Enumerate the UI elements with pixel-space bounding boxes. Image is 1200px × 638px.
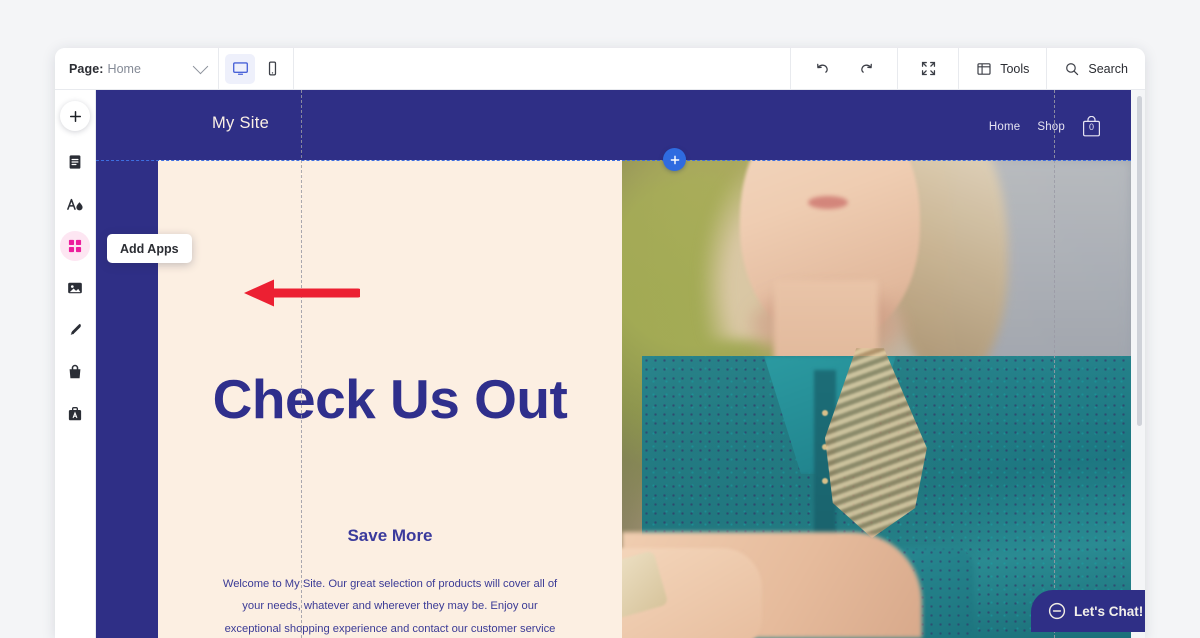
zoom-out-group [898, 48, 958, 89]
hero-accent-bar [96, 160, 158, 638]
canvas-scrollbar[interactable] [1137, 96, 1142, 426]
site-canvas[interactable]: My Site Home Shop 0 Check Us Out Save Mo… [96, 90, 1145, 638]
site-nav: Home Shop 0 [989, 115, 1101, 137]
hero-section[interactable]: Check Us Out Save More Welcome to My Sit… [96, 160, 1131, 638]
cart-button[interactable]: 0 [1082, 115, 1101, 137]
chevron-down-icon [192, 58, 209, 74]
tools-button[interactable]: Tools [959, 48, 1046, 89]
panel-layout-icon [977, 62, 991, 75]
apps-grid-icon [68, 239, 82, 253]
viewport-toggle [219, 48, 293, 89]
hero-text-panel[interactable]: Check Us Out Save More Welcome to My Sit… [158, 160, 622, 638]
plus-icon [670, 155, 679, 164]
briefcase-bookings-icon [68, 407, 82, 421]
search-icon [1066, 62, 1079, 75]
site-header[interactable]: My Site Home Shop 0 [96, 90, 1131, 160]
page-value: Home [107, 61, 141, 76]
redo-arrow-icon [860, 63, 872, 73]
pen-blog-icon [70, 323, 81, 336]
add-apps-tooltip: Add Apps [107, 234, 192, 263]
photo-lips [808, 196, 848, 209]
page-selector[interactable]: Page: Home [55, 48, 218, 89]
mobile-view-button[interactable] [257, 54, 287, 84]
image-media-icon [68, 282, 82, 294]
page-selector-text: Page: Home [69, 60, 141, 78]
photo-button-3 [822, 478, 828, 484]
sidebar-item-media[interactable] [60, 273, 90, 303]
add-section-button[interactable] [663, 148, 686, 171]
editor-window: Page: Home Tools Search My Site Home Sho… [55, 48, 1145, 638]
sidebar-item-store[interactable] [60, 357, 90, 387]
chat-widget-label: Let's Chat! [1074, 603, 1144, 619]
hero-body-text[interactable]: Welcome to My Site. Our great selection … [214, 573, 566, 638]
cart-count: 0 [1088, 122, 1094, 132]
plus-icon [69, 110, 81, 122]
chat-widget[interactable]: Let's Chat! [1031, 590, 1145, 632]
add-apps-tooltip-label: Add Apps [120, 241, 179, 256]
sidebar-item-design[interactable] [60, 189, 90, 219]
search-button[interactable]: Search [1047, 48, 1145, 89]
hero-subheadline[interactable]: Save More [158, 526, 622, 546]
desktop-view-button[interactable] [225, 53, 255, 84]
page-label: Page: [69, 61, 104, 76]
site-preview: My Site Home Shop 0 Check Us Out Save Mo… [96, 90, 1145, 638]
zoom-out-icon [921, 61, 935, 76]
photo-button-1 [822, 410, 828, 416]
search-label: Search [1088, 61, 1128, 76]
undo-button[interactable] [805, 48, 839, 89]
chat-bubble-icon [1048, 602, 1066, 620]
hero-photo[interactable] [622, 160, 1131, 638]
zoom-out-button[interactable] [911, 48, 945, 89]
redo-button[interactable] [849, 48, 883, 89]
mobile-phone-icon [268, 61, 276, 76]
theme-design-icon [66, 198, 83, 210]
desktop-monitor-icon [232, 62, 248, 75]
editor-toolbar: Page: Home Tools Search [55, 48, 1145, 90]
nav-link-shop[interactable]: Shop [1037, 121, 1065, 133]
sidebar-item-pages[interactable] [60, 147, 90, 177]
sidebar-item-bookings[interactable] [60, 399, 90, 429]
sidebar-item-blog[interactable] [60, 315, 90, 345]
site-logo[interactable]: My Site [212, 114, 269, 133]
undo-arrow-icon [816, 63, 828, 73]
nav-link-home[interactable]: Home [989, 121, 1020, 133]
undo-redo-group [791, 48, 897, 89]
shopping-bag-icon [69, 364, 81, 379]
editor-sidebar [55, 90, 96, 638]
document-page-icon [69, 155, 81, 169]
sidebar-add-button[interactable] [60, 101, 90, 131]
sidebar-item-apps[interactable] [60, 231, 90, 261]
tools-label: Tools [1000, 61, 1030, 76]
hero-headline[interactable]: Check Us Out [158, 365, 622, 434]
